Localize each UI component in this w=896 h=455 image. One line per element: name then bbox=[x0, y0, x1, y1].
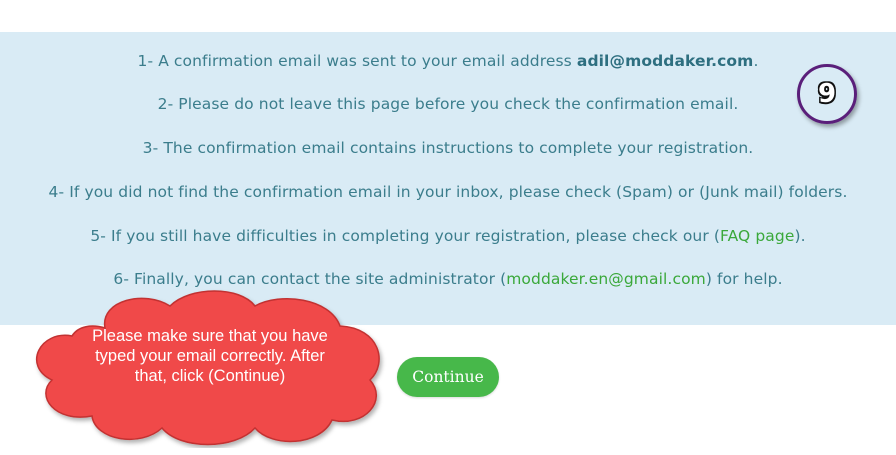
instruction-line-6: 6- Finally, you can contact the site adm… bbox=[0, 270, 896, 288]
continue-button[interactable]: Continue bbox=[397, 357, 499, 397]
instruction-line-4: 4- If you did not find the confirmation … bbox=[48, 183, 848, 201]
faq-page-link[interactable]: FAQ page bbox=[720, 227, 794, 245]
registered-email: adil@moddaker.com bbox=[576, 52, 754, 70]
instruction-line-2: 2- Please do not leave this page before … bbox=[157, 95, 739, 113]
instruction-line-1: 1- A confirmation email was sent to your… bbox=[0, 52, 896, 70]
admin-email-link[interactable]: moddaker.en@gmail.com bbox=[506, 270, 706, 288]
step-number-badge: 9 bbox=[797, 64, 857, 124]
instruction-line-6-end: ) for help. bbox=[705, 270, 783, 288]
instruction-line-3: 3- The confirmation email contains instr… bbox=[142, 139, 754, 157]
confirmation-info-panel: 1- A confirmation email was sent to your… bbox=[0, 32, 896, 325]
instruction-line-6-text: 6- Finally, you can contact the site adm… bbox=[113, 270, 507, 288]
instruction-line-1-end: . bbox=[753, 52, 759, 70]
instruction-line-5-text: 5- If you still have difficulties in com… bbox=[90, 227, 721, 245]
callout-cloud: Please make sure that you have typed you… bbox=[10, 288, 390, 448]
instruction-line-5-end: ). bbox=[794, 227, 806, 245]
callout-text: Please make sure that you have typed you… bbox=[92, 327, 328, 385]
instruction-line-5: 5- If you still have difficulties in com… bbox=[0, 227, 896, 245]
instruction-line-1-text: 1- A confirmation email was sent to your… bbox=[137, 52, 577, 70]
